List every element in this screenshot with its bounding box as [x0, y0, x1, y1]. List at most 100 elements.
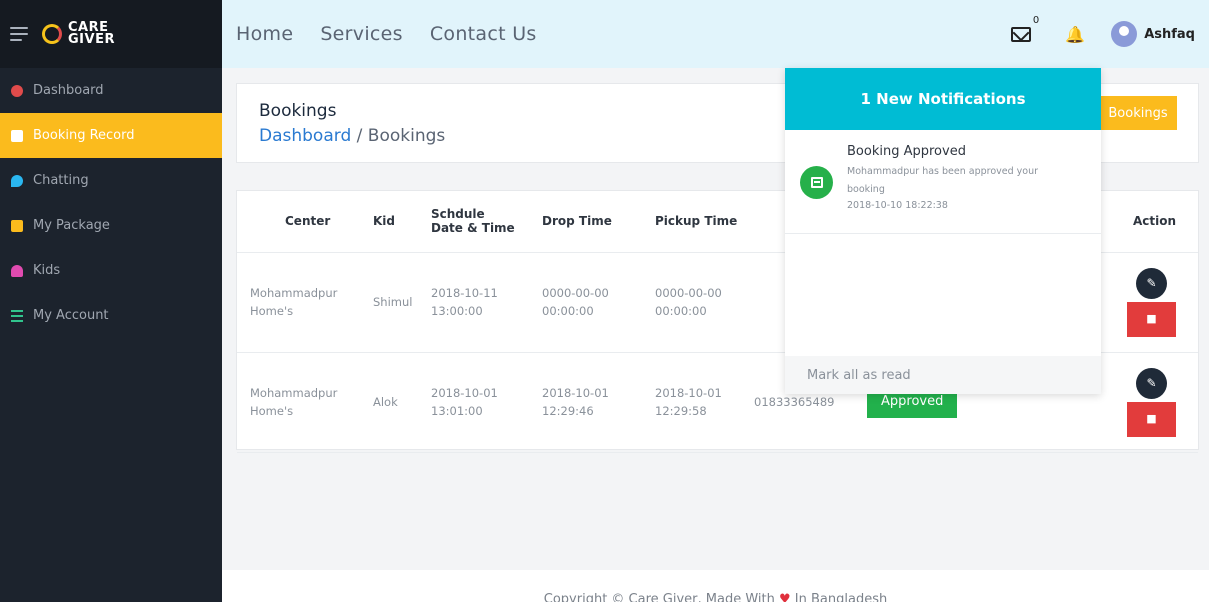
pencil-icon: ✎	[1146, 276, 1157, 290]
page-title: Bookings	[259, 101, 337, 121]
cell-drop-time: 2018-10-01 12:29:46	[542, 352, 655, 453]
col-header-schedule: Schdule Date & Time	[431, 191, 542, 253]
footer-text-after: In Bangladesh	[794, 592, 888, 602]
cell-schedule: 2018-10-01 13:01:00	[431, 352, 542, 453]
sidebar-item-kids[interactable]: Kids	[0, 248, 222, 293]
cell-drop-date: 2018-10-01	[542, 386, 609, 400]
cell-drop-clock: 12:29:46	[542, 404, 594, 418]
mark-all-read-link[interactable]: Mark all as read	[785, 356, 1101, 394]
sidebar-item-label: My Account	[33, 308, 109, 323]
sidebar-menu: Dashboard Booking Record Chatting My Pac…	[0, 68, 222, 338]
heart-icon: ♥	[779, 592, 791, 602]
sidebar: CARE GIVER Dashboard Booking Record Chatt…	[0, 0, 222, 602]
sidebar-item-my-account[interactable]: My Account	[0, 293, 222, 338]
sidebar-item-label: Kids	[33, 263, 61, 278]
cell-pickup-date: 0000-00-00	[655, 286, 722, 300]
nav-home[interactable]: Home	[236, 23, 293, 45]
package-icon	[11, 219, 23, 232]
pencil-icon: ✎	[1146, 376, 1157, 390]
avatar[interactable]	[1111, 21, 1138, 47]
notification-title: Booking Approved	[847, 144, 966, 159]
cell-center-line1: Mohammadpur	[250, 286, 338, 300]
notification-avatar	[800, 166, 833, 199]
sidebar-item-dashboard[interactable]: Dashboard	[0, 68, 222, 113]
cell-action: ✎ ■	[1101, 352, 1198, 453]
booking-icon	[11, 129, 23, 142]
cell-pickup-clock: 12:29:58	[655, 404, 707, 418]
nav-services[interactable]: Services	[320, 23, 403, 45]
sidebar-item-chatting[interactable]: Chatting	[0, 158, 222, 203]
delete-button[interactable]: ■	[1127, 301, 1176, 337]
cell-kid: Alok	[373, 352, 431, 453]
cell-schedule-date: 2018-10-11	[431, 286, 498, 300]
cell-center-line1: Mohammadpur	[250, 386, 338, 400]
sidebar-item-label: Booking Record	[33, 128, 135, 143]
logo-mark-icon	[42, 24, 62, 44]
notification-header: 1 New Notifications	[785, 68, 1101, 130]
footer: Copyright © Care Giver, Made With ♥ In B…	[222, 570, 1209, 602]
cell-pickup-clock: 00:00:00	[655, 304, 707, 318]
cell-schedule: 2018-10-11 13:00:00	[431, 252, 542, 353]
cell-schedule-time: 13:00:00	[431, 304, 483, 318]
cell-center-line2: Home's	[250, 404, 294, 418]
notification-item[interactable]: Booking Approved Mohammadpur has been ap…	[785, 130, 1101, 234]
col-header-action: Action	[1101, 191, 1198, 253]
cell-action: ✎ ■	[1101, 252, 1198, 353]
col-header-pickup-time: Pickup Time	[655, 191, 754, 253]
breadcrumb-dashboard-link[interactable]: Dashboard	[259, 126, 351, 146]
col-header-center: Center	[237, 191, 373, 253]
col-header-kid: Kid	[373, 191, 431, 253]
cell-pickup-time: 0000-00-00 00:00:00	[655, 252, 754, 353]
bookings-button[interactable]: Bookings	[1099, 96, 1177, 130]
breadcrumb-current: Bookings	[367, 126, 446, 146]
bell-icon[interactable]: 🔔	[1065, 25, 1085, 44]
nav-contact-us[interactable]: Contact Us	[430, 23, 537, 45]
col-header-drop-time: Drop Time	[542, 191, 655, 253]
cell-pickup-date: 2018-10-01	[655, 386, 722, 400]
sidebar-item-label: Dashboard	[33, 83, 104, 98]
cell-schedule-time: 13:01:00	[431, 404, 483, 418]
logo[interactable]: CARE GIVER	[42, 21, 115, 47]
mail-count-badge: 0	[1032, 14, 1040, 26]
cell-center: Mohammadpur Home's	[237, 352, 373, 453]
cell-drop-clock: 00:00:00	[542, 304, 594, 318]
dashboard-icon	[11, 84, 23, 97]
cell-center: Mohammadpur Home's	[237, 252, 373, 353]
col-header-schedule-line2: Date & Time	[431, 221, 515, 236]
cell-pickup-time: 2018-10-01 12:29:58	[655, 352, 754, 453]
col-header-schedule-line1: Schdule	[431, 207, 485, 222]
cell-kid: Shimul	[373, 252, 431, 353]
edit-button[interactable]: ✎	[1136, 267, 1167, 299]
username[interactable]: Ashfaq	[1144, 27, 1195, 42]
sidebar-item-label: My Package	[33, 218, 110, 233]
breadcrumb-separator: /	[356, 126, 363, 146]
notification-dropdown: 1 New Notifications Booking Approved Moh…	[785, 68, 1101, 394]
delete-button[interactable]: ■	[1127, 401, 1176, 437]
account-icon	[11, 309, 23, 322]
edit-button[interactable]: ✎	[1136, 367, 1167, 399]
footer-text: Copyright © Care Giver, Made With ♥ In B…	[544, 592, 887, 602]
top-bar: Home Services Contact Us 0 🔔 Ashfaq	[222, 0, 1209, 68]
kids-icon	[11, 264, 23, 277]
menu-toggle-icon[interactable]	[10, 27, 28, 41]
calendar-icon	[810, 177, 823, 188]
notification-body: Mohammadpur has been approved your booki…	[847, 166, 1039, 195]
mail-icon[interactable]: 0	[1011, 15, 1039, 42]
notification-time: 2018-10-10 18:22:38	[847, 200, 948, 211]
logo-text-line2: GIVER	[68, 32, 115, 47]
sidebar-item-booking-record[interactable]: Booking Record	[0, 113, 222, 158]
sidebar-item-label: Chatting	[33, 173, 89, 188]
cell-drop-time: 0000-00-00 00:00:00	[542, 252, 655, 353]
top-right-actions: 0 🔔 Ashfaq	[1011, 0, 1195, 68]
footer-text-before: Copyright © Care Giver, Made With	[543, 592, 775, 602]
breadcrumb: Dashboard / Bookings	[259, 126, 445, 146]
cell-drop-date: 0000-00-00	[542, 286, 609, 300]
sidebar-item-my-package[interactable]: My Package	[0, 203, 222, 248]
logo-bar: CARE GIVER	[0, 0, 222, 68]
trash-icon: ■	[1146, 412, 1157, 425]
cell-center-line2: Home's	[250, 304, 294, 318]
top-nav: Home Services Contact Us	[222, 23, 564, 45]
chat-icon	[11, 174, 23, 187]
trash-icon: ■	[1146, 312, 1157, 325]
cell-schedule-date: 2018-10-01	[431, 386, 498, 400]
